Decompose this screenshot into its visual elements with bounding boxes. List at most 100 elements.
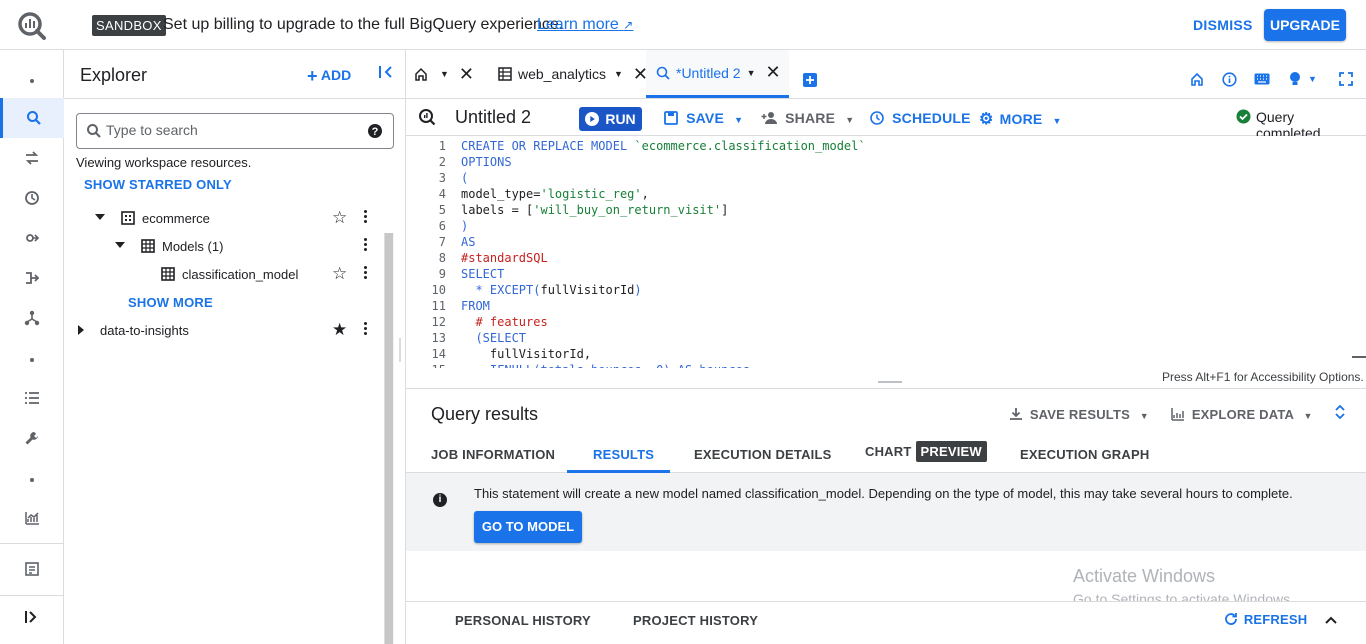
tab-untitled-2[interactable]: *Untitled 2 ▼ ✕ <box>646 50 789 98</box>
dismiss-button[interactable]: DISMISS <box>1193 17 1253 33</box>
nav-list-icon[interactable] <box>0 378 64 418</box>
upgrade-button[interactable]: UPGRADE <box>1264 9 1346 41</box>
show-more-button[interactable]: SHOW MORE <box>128 295 213 310</box>
keyboard-icon[interactable] <box>1254 73 1270 85</box>
line-number: 12 <box>431 315 446 329</box>
panel-splitter-handle[interactable] <box>399 338 401 362</box>
editor-scrollbar[interactable] <box>1352 356 1366 358</box>
nav-expand-icon[interactable] <box>0 597 64 637</box>
nav-monitoring-icon[interactable] <box>0 498 64 538</box>
nav-history-icon[interactable] <box>0 178 64 218</box>
windows-activation-title: Activate Windows <box>1073 566 1216 586</box>
save-results-button[interactable]: SAVE RESULTS ▼ <box>1009 407 1149 422</box>
nav-dot <box>30 478 34 482</box>
code-line: ) <box>461 219 469 233</box>
line-number: 1 <box>438 139 446 153</box>
tab-results[interactable]: RESULTS <box>593 447 654 462</box>
tree-row-classification-model[interactable]: classification_model ☆ <box>64 260 384 288</box>
star-filled-icon[interactable]: ★ <box>332 320 347 340</box>
close-tab-icon[interactable]: ✕ <box>459 64 474 85</box>
more-vert-icon[interactable] <box>364 266 368 281</box>
explorer-scrollbar-thumb[interactable] <box>385 233 393 644</box>
tree-row-data-to-insights[interactable]: data-to-insights ★ <box>64 316 384 344</box>
code-line: FROM <box>461 299 490 313</box>
tab-chart[interactable]: CHART PREVIEW <box>865 441 987 462</box>
dropdown-arrow-icon[interactable]: ▼ <box>747 68 756 78</box>
dropdown-arrow-icon[interactable]: ▼ <box>1308 74 1317 84</box>
caret-down-icon[interactable] <box>94 213 106 221</box>
code-line: model_type='logistic_reg', <box>461 187 649 201</box>
query-title: Untitled 2 <box>455 107 532 127</box>
person-add-icon <box>761 111 777 125</box>
more-vert-icon[interactable] <box>364 210 368 225</box>
refresh-button[interactable]: REFRESH <box>1224 612 1307 627</box>
more-vert-icon[interactable] <box>364 322 368 337</box>
share-button[interactable]: SHARE ▼ <box>761 110 854 126</box>
nav-dataform-icon[interactable] <box>0 298 64 338</box>
line-number: 8 <box>438 251 446 265</box>
go-to-model-button[interactable]: GO TO MODEL <box>474 511 582 543</box>
info-icon[interactable] <box>1222 72 1237 87</box>
banner-text: Set up billing to upgrade to the full Bi… <box>163 16 564 33</box>
explore-data-button[interactable]: EXPLORE DATA ▼ <box>1171 407 1313 422</box>
learn-more-link[interactable]: Learn more ↗ <box>537 16 633 34</box>
nav-release-notes-icon[interactable] <box>0 549 64 589</box>
caret-right-icon[interactable] <box>77 324 85 336</box>
star-outline-icon[interactable]: ☆ <box>332 264 347 284</box>
dropdown-arrow-icon: ▼ <box>1052 116 1062 126</box>
fullscreen-icon[interactable] <box>1339 72 1353 86</box>
chart-icon <box>1171 407 1185 421</box>
nav-dot <box>30 358 34 362</box>
tree-row-ecommerce[interactable]: ecommerce ☆ <box>64 204 384 232</box>
help-icon[interactable]: ? <box>367 123 383 139</box>
tab-execution-graph[interactable]: EXECUTION GRAPH <box>1020 447 1149 462</box>
tab-execution-details[interactable]: EXECUTION DETAILS <box>694 447 832 462</box>
left-navigation <box>0 50 64 644</box>
more-button[interactable]: ⚙ MORE ▼ <box>979 109 1062 129</box>
code-line: IFNULL(totals.bounces, 0) AS bounces, <box>461 363 757 368</box>
tab-personal-history[interactable]: PERSONAL HISTORY <box>455 613 591 628</box>
tab-job-information[interactable]: JOB INFORMATION <box>431 447 555 462</box>
search-icon <box>86 123 102 139</box>
play-icon <box>585 112 600 126</box>
search-box[interactable]: ? <box>76 113 394 149</box>
dropdown-arrow-icon[interactable]: ▼ <box>614 69 623 79</box>
save-icon <box>664 111 678 125</box>
dropdown-arrow-icon: ▼ <box>1139 411 1149 421</box>
more-vert-icon[interactable] <box>364 238 368 253</box>
editor-resize-handle[interactable] <box>878 381 902 383</box>
schedule-label: SCHEDULE <box>892 110 971 126</box>
chevron-up-icon[interactable] <box>1324 615 1338 625</box>
add-button[interactable]: + ADD <box>307 66 351 87</box>
results-info-panel: i This statement will create a new model… <box>406 473 1366 551</box>
close-tab-icon[interactable]: ✕ <box>766 62 781 83</box>
sql-editor[interactable]: 1 CREATE OR REPLACE MODEL `ecommerce.cla… <box>406 136 1366 368</box>
nav-analytics-hub-icon[interactable] <box>0 218 64 258</box>
code-line: ( <box>461 171 469 185</box>
line-number: 5 <box>438 203 446 217</box>
dropdown-arrow-icon[interactable]: ▼ <box>440 69 449 79</box>
expand-collapse-icon[interactable] <box>1335 404 1345 420</box>
save-button[interactable]: SAVE ▼ <box>664 110 743 126</box>
bigquery-logo-icon[interactable] <box>16 10 48 40</box>
new-tab-icon[interactable] <box>803 73 817 87</box>
tab-project-history[interactable]: PROJECT HISTORY <box>633 613 758 628</box>
caret-down-icon[interactable] <box>114 241 126 249</box>
tree-row-models[interactable]: Models (1) <box>64 232 384 260</box>
show-starred-only-button[interactable]: SHOW STARRED ONLY <box>84 177 232 192</box>
collapse-explorer-icon[interactable] <box>378 64 394 80</box>
schedule-button[interactable]: SCHEDULE <box>870 110 971 126</box>
nav-search-icon[interactable] <box>0 98 64 138</box>
tab-web-analytics[interactable]: web_analytics ▼ ✕ <box>498 50 648 98</box>
star-outline-icon[interactable]: ☆ <box>332 208 347 228</box>
nav-dataflow-icon[interactable] <box>0 258 64 298</box>
nav-wrench-icon[interactable] <box>0 418 64 458</box>
chart-tab-label: CHART <box>865 444 912 459</box>
nav-transfer-icon[interactable] <box>0 138 64 178</box>
home-icon[interactable] <box>1190 72 1204 86</box>
run-button[interactable]: RUN <box>579 107 642 131</box>
tab-home[interactable]: ▼ ✕ <box>414 50 490 98</box>
lightbulb-icon[interactable] <box>1288 71 1302 87</box>
sandbox-badge: SANDBOX <box>92 15 166 36</box>
search-input[interactable] <box>106 122 356 138</box>
